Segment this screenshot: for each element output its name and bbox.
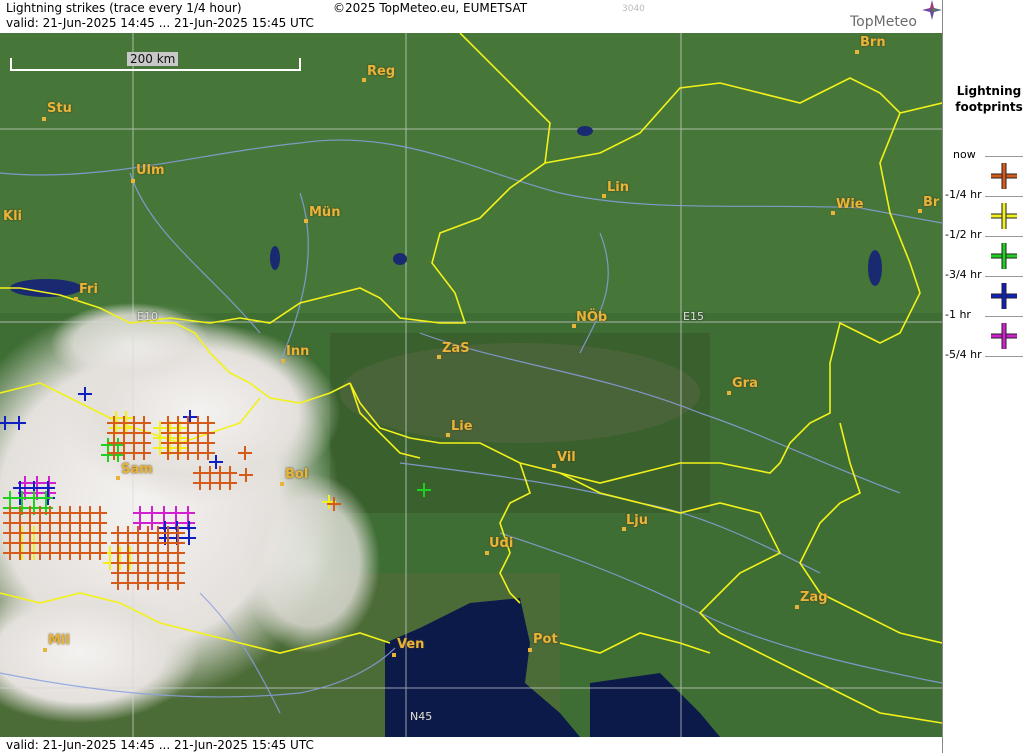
legend-cross-2: [991, 243, 1017, 269]
city-label[interactable]: Fri: [79, 282, 98, 297]
city-label[interactable]: Wie: [836, 197, 864, 212]
header-bar: Lightning strikes (trace every 1/4 hour)…: [0, 0, 942, 33]
legend-cross-1: [991, 203, 1017, 229]
city-label[interactable]: Lin: [607, 180, 629, 195]
city-label[interactable]: Udi: [489, 536, 513, 551]
valid-time-footer: valid: 21-Jun-2025 14:45 ... 21-Jun-2025…: [6, 738, 314, 752]
city-label[interactable]: Ven: [397, 637, 424, 652]
city-label[interactable]: Vil: [557, 450, 576, 465]
city-label[interactable]: Kli: [3, 209, 22, 224]
legend-cross-4: [991, 323, 1017, 349]
city-label[interactable]: Pot: [533, 632, 558, 647]
city-label[interactable]: NÖb: [576, 310, 607, 325]
legend-panel: Lightning footprints now -1/4 hr -1/2 hr…: [942, 0, 1034, 753]
topmeteo-logo[interactable]: TopMeteo: [850, 0, 942, 32]
grid-label-n45: N45: [410, 710, 433, 723]
logo-text: TopMeteo: [850, 14, 917, 30]
city-label[interactable]: Mün: [309, 205, 340, 220]
valid-time-header: valid: 21-Jun-2025 14:45 ... 21-Jun-2025…: [6, 16, 314, 30]
map-canvas: [0, 33, 942, 737]
city-label[interactable]: Mil: [48, 633, 70, 648]
city-label[interactable]: Gra: [732, 376, 758, 391]
city-label[interactable]: Ulm: [136, 163, 165, 178]
legend-cross-3: [991, 283, 1017, 309]
grid-label-e10: E10: [137, 310, 158, 323]
city-label[interactable]: ZaS: [442, 341, 470, 356]
product-id: 3040: [622, 4, 645, 14]
scale-label: 200 km: [127, 52, 179, 66]
compass-star-icon: [922, 0, 942, 20]
lightning-map[interactable]: 200 km E10 E15 N45 Brn Reg Stu Ulm Kli L…: [0, 33, 942, 737]
grid-label-e15: E15: [683, 310, 704, 323]
city-label[interactable]: Brn: [860, 35, 886, 50]
city-label[interactable]: Sam: [121, 462, 153, 477]
city-label[interactable]: Lie: [451, 419, 473, 434]
footer-bar: valid: 21-Jun-2025 14:45 ... 21-Jun-2025…: [0, 737, 942, 753]
city-label[interactable]: Reg: [367, 64, 395, 79]
city-label[interactable]: Zag: [800, 590, 828, 605]
map-title: Lightning strikes (trace every 1/4 hour): [6, 1, 242, 15]
city-label[interactable]: Bol: [285, 467, 308, 482]
city-label[interactable]: Stu: [47, 101, 72, 116]
city-label[interactable]: Lju: [626, 513, 648, 528]
legend-cross-0: [991, 163, 1017, 189]
city-label[interactable]: Br: [923, 195, 939, 210]
legend-swatches: [991, 163, 1017, 349]
copyright-text: ©2025 TopMeteo.eu, EUMETSAT: [333, 1, 528, 15]
city-label[interactable]: Inn: [286, 344, 309, 359]
